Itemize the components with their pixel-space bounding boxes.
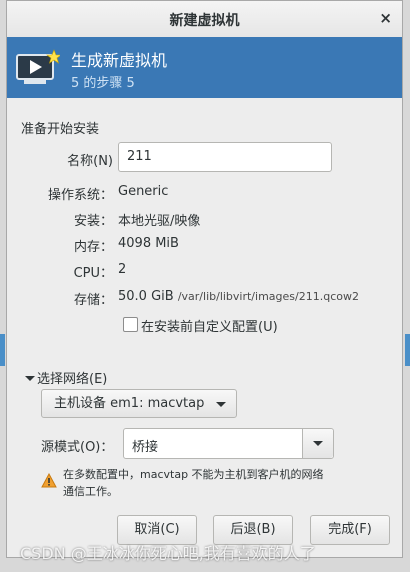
install-label: 安装：	[73, 214, 113, 229]
source-mode-dropdown-button[interactable]	[302, 429, 333, 458]
source-mode-label: 源模式(O)：	[41, 440, 114, 455]
monitor-play-icon	[16, 49, 62, 93]
os-value: Generic	[118, 184, 169, 199]
network-expander-label[interactable]: 选择网络(E)	[37, 368, 107, 387]
wizard-banner: 生成新虚拟机 5 的步骤 5	[7, 37, 402, 98]
warning-text-line1: 在多数配置中，macvtap 不能为主机到客户机的网络	[63, 468, 324, 481]
os-label: 操作系统：	[47, 188, 113, 203]
source-mode-combo[interactable]: 桥接	[123, 428, 334, 459]
cpu-value: 2	[118, 262, 127, 277]
banner-title: 生成新虚拟机	[71, 51, 168, 70]
name-label: 名称(N)	[67, 154, 113, 169]
dropdown-arrow-icon	[216, 402, 226, 407]
memory-label: 内存：	[73, 240, 113, 255]
warning-text-line2: 通信工作。	[63, 485, 118, 498]
customize-label[interactable]: 在安装前自定义配置(U)	[141, 316, 278, 335]
storage-path: /var/lib/libvirt/images/211.qcow2	[177, 290, 359, 303]
network-device-button[interactable]: 主机设备 em1: macvtap	[41, 389, 237, 418]
install-value: 本地光驱/映像	[118, 214, 201, 229]
memory-value: 4098 MiB	[118, 236, 179, 251]
storage-size: 50.0 GiB	[118, 289, 174, 304]
titlebar: 新建虚拟机 ×	[7, 1, 402, 38]
banner-step: 5 的步骤 5	[71, 76, 135, 91]
chevron-down-icon	[313, 441, 323, 446]
storage-value: 50.0 GiB /var/lib/libvirt/images/211.qco…	[118, 289, 359, 304]
section-title: 准备开始安装	[21, 122, 100, 137]
expander-arrow-icon[interactable]	[25, 376, 35, 381]
window-title: 新建虚拟机	[169, 13, 240, 29]
background-strip-right	[405, 334, 410, 366]
warning-icon	[41, 472, 57, 492]
close-icon[interactable]: ×	[379, 9, 392, 27]
background-strip-left	[0, 334, 5, 366]
name-input[interactable]: 211	[118, 142, 332, 172]
finish-button[interactable]: 完成(F)	[310, 515, 390, 545]
cpu-label: CPU：	[73, 266, 113, 281]
new-vm-dialog: 新建虚拟机 × 生成新虚拟机 5 的步骤 5 准备开始安装 名称(N) 211 …	[6, 0, 403, 558]
source-mode-value: 桥接	[132, 440, 159, 455]
storage-label: 存储：	[73, 293, 113, 308]
network-device-label: 主机设备 em1: macvtap	[54, 396, 205, 411]
customize-checkbox[interactable]	[123, 317, 138, 332]
csdn-watermark: CSDN @王冰冰你死心吧,我有喜欢的人了	[20, 544, 316, 563]
